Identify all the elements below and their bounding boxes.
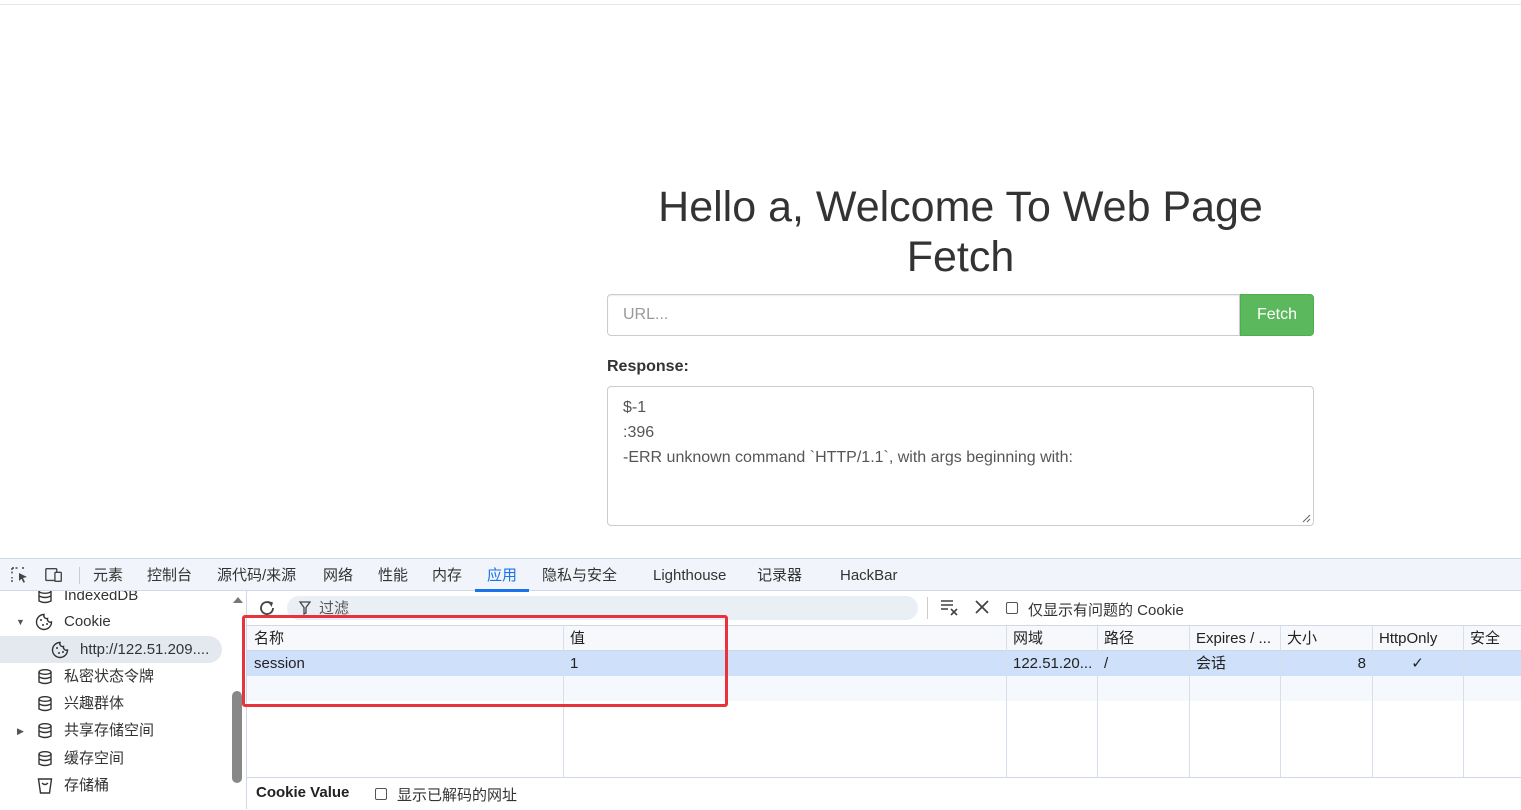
column-header-path[interactable]: 路径 bbox=[1097, 626, 1189, 651]
filter-icon bbox=[299, 601, 311, 615]
tab-memory[interactable]: 内存 bbox=[432, 559, 462, 590]
application-sidebar: IndexedDB ▼ Cookie http://122.51.209....… bbox=[0, 591, 247, 809]
sidebar-item-label: 共享存储空间 bbox=[64, 722, 155, 739]
column-header-expires[interactable]: Expires / ... bbox=[1189, 626, 1280, 651]
sidebar-item-shared-storage[interactable]: ▶ 共享存储空间 bbox=[0, 717, 230, 744]
database-icon bbox=[38, 591, 52, 604]
sidebar-item-cache-storage[interactable]: 缓存空间 bbox=[0, 745, 230, 772]
sidebar-item-interest-groups[interactable]: 兴趣群体 bbox=[0, 690, 230, 717]
response-textarea[interactable]: $-1 :396 -ERR unknown command `HTTP/1.1`… bbox=[607, 386, 1314, 526]
database-icon bbox=[38, 751, 52, 767]
tab-divider bbox=[79, 567, 80, 584]
sidebar-item-label: http://122.51.209.... bbox=[80, 641, 210, 658]
tab-recorder[interactable]: 记录器 bbox=[757, 559, 802, 590]
column-header-secure[interactable]: 安全 bbox=[1463, 626, 1521, 651]
resize-handle-icon[interactable] bbox=[1302, 514, 1311, 523]
sidebar-item-label: 私密状态令牌 bbox=[64, 668, 155, 685]
tab-elements[interactable]: 元素 bbox=[93, 559, 123, 590]
devtools-panel: 元素 控制台 源代码/来源 网络 性能 内存 应用 隐私与安全 Lighthou… bbox=[0, 558, 1521, 810]
tab-hackbar[interactable]: HackBar bbox=[840, 559, 898, 590]
only-issues-checkbox[interactable] bbox=[1006, 602, 1018, 614]
tab-sources[interactable]: 源代码/来源 bbox=[217, 559, 296, 590]
url-input[interactable] bbox=[607, 294, 1240, 336]
only-issues-label: 仅显示有问题的 Cookie bbox=[1028, 602, 1184, 619]
column-divider bbox=[1463, 626, 1464, 778]
annotation-highlight-box bbox=[242, 615, 728, 707]
top-divider bbox=[0, 4, 1521, 5]
toolbar-divider bbox=[927, 597, 928, 619]
expand-arrow-icon[interactable]: ▼ bbox=[16, 609, 25, 636]
clear-filtered-cookies-icon[interactable] bbox=[939, 597, 961, 617]
cookie-size-cell: 8 bbox=[1357, 655, 1366, 672]
database-icon bbox=[38, 669, 52, 685]
sidebar-item-private-state-tokens[interactable]: 私密状态令牌 bbox=[0, 663, 230, 690]
sidebar-item-label: IndexedDB bbox=[64, 591, 139, 604]
cookie-icon bbox=[51, 641, 69, 659]
show-decoded-checkbox[interactable] bbox=[375, 788, 387, 800]
inspect-element-icon[interactable] bbox=[10, 566, 30, 584]
sidebar-item-label: 兴趣群体 bbox=[64, 695, 125, 712]
cookie-path-cell: / bbox=[1104, 655, 1109, 672]
tab-application[interactable]: 应用 bbox=[474, 559, 530, 592]
show-decoded-label: 显示已解码的网址 bbox=[397, 787, 518, 804]
column-divider bbox=[1189, 626, 1190, 778]
column-divider bbox=[1280, 626, 1281, 778]
sidebar-item-storage-buckets[interactable]: 存储桶 bbox=[0, 772, 230, 799]
devtools-tab-bar: 元素 控制台 源代码/来源 网络 性能 内存 应用 隐私与安全 Lighthou… bbox=[0, 558, 1521, 592]
response-label: Response: bbox=[607, 358, 689, 375]
tab-performance[interactable]: 性能 bbox=[378, 559, 408, 590]
cookie-expires-cell: 会话 bbox=[1196, 655, 1227, 672]
cookie-value-bar: Cookie Value 显示已解码的网址 bbox=[247, 777, 1521, 810]
cookie-secure-cell bbox=[1463, 651, 1521, 676]
cookie-domain-cell: 122.51.20... bbox=[1013, 655, 1093, 672]
column-header-domain[interactable]: 网域 bbox=[1006, 626, 1097, 651]
column-divider bbox=[1372, 626, 1373, 778]
bucket-icon bbox=[37, 778, 53, 794]
sidebar-item-label: 存储桶 bbox=[64, 777, 110, 794]
cookie-icon bbox=[35, 613, 53, 631]
sidebar-scroll-thumb[interactable] bbox=[232, 691, 242, 783]
column-divider bbox=[1097, 626, 1098, 778]
column-header-httponly[interactable]: HttpOnly bbox=[1372, 626, 1463, 651]
column-header-size[interactable]: 大小 bbox=[1280, 626, 1372, 651]
tab-console[interactable]: 控制台 bbox=[147, 559, 192, 590]
database-icon bbox=[38, 696, 52, 712]
tab-privacy-security[interactable]: 隐私与安全 bbox=[542, 559, 617, 590]
sidebar-item-cookie[interactable]: ▼ Cookie bbox=[0, 608, 230, 635]
cookie-value-label: Cookie Value bbox=[256, 784, 350, 801]
fetch-button[interactable]: Fetch bbox=[1240, 294, 1314, 336]
tab-lighthouse[interactable]: Lighthouse bbox=[653, 559, 726, 590]
database-icon bbox=[38, 723, 52, 739]
device-toolbar-icon[interactable] bbox=[44, 566, 64, 584]
page-title: Hello a, Welcome To Web Page Fetch bbox=[658, 183, 1263, 281]
tab-network[interactable]: 网络 bbox=[323, 559, 353, 590]
column-divider bbox=[1006, 626, 1007, 778]
sidebar-item-label: 缓存空间 bbox=[64, 750, 125, 767]
sidebar-item-indexeddb[interactable]: IndexedDB bbox=[0, 591, 230, 609]
sidebar-item-label: Cookie bbox=[64, 613, 111, 630]
expand-arrow-icon[interactable]: ▶ bbox=[17, 718, 24, 745]
sidebar-item-cookie-origin[interactable]: http://122.51.209.... bbox=[0, 636, 222, 663]
delete-all-cookies-icon[interactable] bbox=[974, 599, 990, 615]
cookie-httponly-cell: ✓ bbox=[1411, 655, 1424, 672]
response-text: $-1 :396 -ERR unknown command `HTTP/1.1`… bbox=[623, 399, 1073, 466]
scroll-up-arrow-icon[interactable] bbox=[233, 597, 243, 603]
